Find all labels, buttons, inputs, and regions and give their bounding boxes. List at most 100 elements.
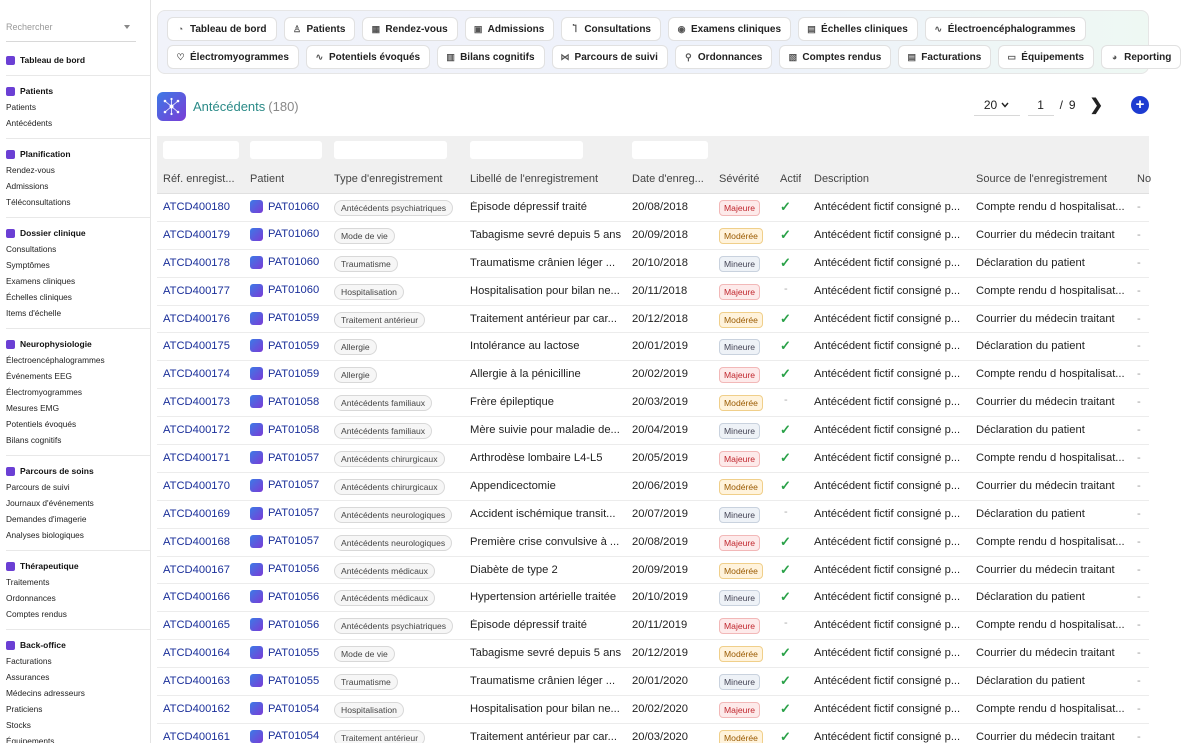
nav-tab-echelles-cliniques[interactable]: ▤ Échelles cliniques xyxy=(798,17,918,41)
sidebar-item-echelles-cliniques[interactable]: Échelles cliniques xyxy=(6,289,150,305)
nav-tab-bilans-cognitifs[interactable]: ▥ Bilans cognitifs xyxy=(437,45,545,69)
table-row[interactable]: ATCD400178 PAT01060 Traumatisme Traumatisme… xyxy=(157,250,1149,278)
sidebar-item-electromyogrammes[interactable]: Électromyogrammes xyxy=(6,384,150,400)
sidebar-item-electroencephalogrammes[interactable]: Électroencéphalogrammes xyxy=(6,352,150,368)
record-ref-link[interactable]: ATCD400179 xyxy=(163,229,230,241)
sidebar-item-assurances[interactable]: Assurances xyxy=(6,669,150,685)
table-row[interactable]: ATCD400163 PAT01055 Traumatisme Traumatisme… xyxy=(157,668,1149,697)
sidebar-item-admissions[interactable]: Admissions xyxy=(6,178,150,194)
sidebar-section-tableau-de-bord-header[interactable]: Tableau de bord xyxy=(6,52,150,68)
sidebar-item-symptomes[interactable]: Symptômes xyxy=(6,257,150,273)
nav-tab-admissions[interactable]: ▣ Admissions xyxy=(464,17,555,41)
table-row[interactable]: ATCD400179 PAT01060 Mode de vie Tabagisme s… xyxy=(157,222,1149,250)
record-ref-link[interactable]: ATCD400163 xyxy=(163,675,230,687)
patient-link[interactable]: PAT01056 xyxy=(250,618,319,632)
column-header-no[interactable]: No xyxy=(1137,173,1151,185)
sidebar-item-traitements[interactable]: Traitements xyxy=(6,574,150,590)
nav-tab-electroencephalogrammes[interactable]: ∿ Électroencéphalogrammes xyxy=(924,17,1086,41)
sidebar-item-items-d-echelle[interactable]: Items d'échelle xyxy=(6,305,150,321)
record-ref-link[interactable]: ATCD400178 xyxy=(163,257,230,269)
sidebar-section-neurophysiologie-header[interactable]: Neurophysiologie xyxy=(6,336,150,352)
sidebar-item-evenements-eeg[interactable]: Événements EEG xyxy=(6,368,150,384)
table-row[interactable]: ATCD400169 PAT01057 Antécédents neurologiq… xyxy=(157,501,1149,529)
table-row[interactable]: ATCD400161 PAT01054 Traitement antérieur Tr… xyxy=(157,724,1149,743)
record-ref-link[interactable]: ATCD400177 xyxy=(163,285,230,297)
sidebar-item-demandes-d-imagerie[interactable]: Demandes d'imagerie xyxy=(6,511,150,527)
nav-tab-reporting[interactable]: ◕ Reporting xyxy=(1101,45,1182,69)
table-row[interactable]: ATCD400172 PAT01058 Antécédents familiaux M… xyxy=(157,417,1149,446)
filter-ref-input[interactable] xyxy=(163,141,239,159)
sidebar-item-potentiels-evoques[interactable]: Potentiels évoqués xyxy=(6,416,150,432)
record-ref-link[interactable]: ATCD400162 xyxy=(163,703,230,715)
sidebar-item-rendez-vous[interactable]: Rendez-vous xyxy=(6,162,150,178)
table-row[interactable]: ATCD400174 PAT01059 Allergie Allergie à la … xyxy=(157,361,1149,390)
sidebar-item-comptes-rendus[interactable]: Comptes rendus xyxy=(6,606,150,622)
nav-tab-tableau-de-bord[interactable]: ◔ Tableau de bord xyxy=(167,17,277,41)
search-select[interactable]: Rechercher xyxy=(6,12,136,42)
per-page-select[interactable]: 20 xyxy=(973,94,1020,116)
sidebar-section-patients-header[interactable]: Patients xyxy=(6,83,150,99)
table-row[interactable]: ATCD400168 PAT01057 Antécédents neurologiq… xyxy=(157,529,1149,557)
patient-link[interactable]: PAT01059 xyxy=(250,339,319,353)
sidebar-item-consultations[interactable]: Consultations xyxy=(6,241,150,257)
column-header-actif[interactable]: Actif xyxy=(780,173,801,185)
column-header-severite[interactable]: Sévérité xyxy=(719,173,759,185)
nav-tab-facturations[interactable]: ▤ Facturations xyxy=(898,45,992,69)
filter-patient-input[interactable] xyxy=(250,141,322,159)
nav-tab-equipements[interactable]: ▭ Équipements xyxy=(998,45,1095,69)
record-ref-link[interactable]: ATCD400164 xyxy=(163,647,230,659)
patient-link[interactable]: PAT01057 xyxy=(250,534,319,548)
patient-link[interactable]: PAT01060 xyxy=(250,227,319,241)
table-row[interactable]: ATCD400164 PAT01055 Mode de vie Tabagisme s… xyxy=(157,640,1149,669)
nav-tab-examens-cliniques[interactable]: ◉ Examens cliniques xyxy=(668,17,792,41)
patient-link[interactable]: PAT01054 xyxy=(250,729,319,743)
record-ref-link[interactable]: ATCD400175 xyxy=(163,340,230,352)
nav-tab-consultations[interactable]: Ⴈ Consultations xyxy=(561,17,661,41)
sidebar-item-ordonnances[interactable]: Ordonnances xyxy=(6,590,150,606)
record-ref-link[interactable]: ATCD400165 xyxy=(163,619,230,631)
record-ref-link[interactable]: ATCD400174 xyxy=(163,368,230,380)
sidebar-item-facturations[interactable]: Facturations xyxy=(6,653,150,669)
patient-link[interactable]: PAT01057 xyxy=(250,478,319,492)
nav-tab-ordonnances[interactable]: ⚲ Ordonnances xyxy=(674,45,773,69)
sidebar-item-antecedents[interactable]: Antécédents xyxy=(6,115,150,131)
table-row[interactable]: ATCD400171 PAT01057 Antécédents chirurgica… xyxy=(157,445,1149,473)
sidebar-item-bilans-cognitifs[interactable]: Bilans cognitifs xyxy=(6,432,150,448)
patient-link[interactable]: PAT01054 xyxy=(250,702,319,716)
table-row[interactable]: ATCD400166 PAT01056 Antécédents médicaux Hy… xyxy=(157,584,1149,613)
filter-label-input[interactable] xyxy=(470,141,583,159)
record-ref-link[interactable]: ATCD400161 xyxy=(163,731,230,743)
sidebar-item-parcours-de-suivi[interactable]: Parcours de suivi xyxy=(6,479,150,495)
filter-date-input[interactable] xyxy=(632,141,708,159)
sidebar-item-analyses-biologiques[interactable]: Analyses biologiques xyxy=(6,527,150,543)
table-row[interactable]: ATCD400162 PAT01054 Hospitalisation Hospita… xyxy=(157,696,1149,724)
record-ref-link[interactable]: ATCD400171 xyxy=(163,452,230,464)
column-header-libelle-de-l-enregistrement[interactable]: Libellé de l'enregistrement xyxy=(470,173,598,185)
column-header-description[interactable]: Description xyxy=(814,173,869,185)
sidebar-item-patients[interactable]: Patients xyxy=(6,99,150,115)
sidebar-item-equipements[interactable]: Équipements xyxy=(6,733,150,743)
record-ref-link[interactable]: ATCD400173 xyxy=(163,396,230,408)
patient-link[interactable]: PAT01059 xyxy=(250,367,319,381)
page-number-input[interactable]: 1 xyxy=(1027,94,1054,116)
patient-link[interactable]: PAT01057 xyxy=(250,451,319,465)
table-row[interactable]: ATCD400175 PAT01059 Allergie Intolérance au… xyxy=(157,333,1149,362)
table-row[interactable]: ATCD400177 PAT01060 Hospitalisation Hospita… xyxy=(157,278,1149,306)
sidebar-section-planification-header[interactable]: Planification xyxy=(6,146,150,162)
sidebar-section-therapeutique-header[interactable]: Thérapeutique xyxy=(6,558,150,574)
next-page-button[interactable]: ❯ xyxy=(1090,95,1103,115)
filter-type-input[interactable] xyxy=(334,141,447,159)
patient-link[interactable]: PAT01055 xyxy=(250,674,319,688)
column-header-ref-enregist[interactable]: Réf. enregist... xyxy=(163,173,235,185)
record-ref-link[interactable]: ATCD400169 xyxy=(163,508,230,520)
add-record-button[interactable]: + xyxy=(1131,96,1149,114)
sidebar-item-examens-cliniques[interactable]: Examens cliniques xyxy=(6,273,150,289)
table-row[interactable]: ATCD400173 PAT01058 Antécédents familiaux F… xyxy=(157,389,1149,418)
sidebar-item-praticiens[interactable]: Praticiens xyxy=(6,701,150,717)
patient-link[interactable]: PAT01057 xyxy=(250,506,319,520)
table-row[interactable]: ATCD400165 PAT01056 Antécédents psychiatri… xyxy=(157,612,1149,641)
table-row[interactable]: ATCD400167 PAT01056 Antécédents médicaux Di… xyxy=(157,557,1149,585)
nav-tab-comptes-rendus[interactable]: ▧ Comptes rendus xyxy=(779,45,892,69)
table-row[interactable]: ATCD400180 PAT01060 Antécédents psychiatri… xyxy=(157,194,1149,222)
sidebar-item-journaux-d-evenements[interactable]: Journaux d'événements xyxy=(6,495,150,511)
